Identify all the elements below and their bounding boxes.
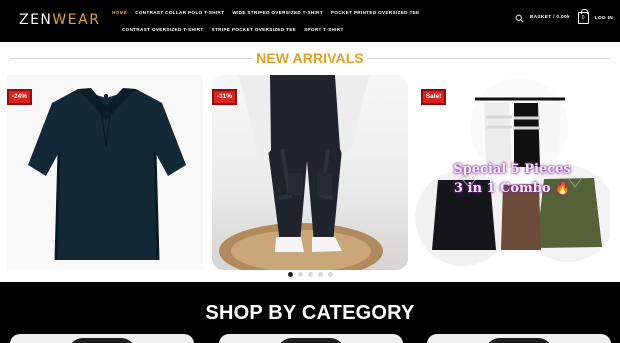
cart-count: 0 [581,15,585,21]
shop-by-category-section: SHOP BY CATEGORY [0,282,620,343]
product-slide-polo[interactable]: -24% [7,75,203,270]
basket-total[interactable]: BASKET / 0.00৳ [530,14,570,22]
header-utilities: BASKET / 0.00৳ 0 LOG IN [515,9,613,24]
shop-by-category-title: SHOP BY CATEGORY [205,302,415,324]
fire-emoji: 🔥 [555,181,571,195]
nav-row-second: CONTRAST OVERSIZED T-SHIRT STRIPE POCKET… [122,21,447,38]
nav-home[interactable]: HOME [112,10,127,15]
logo-text-wear: WEAR [52,12,101,28]
slider-dot-4[interactable] [318,272,323,277]
title-divider-right [367,58,610,59]
combo-headline: Special 5 Pieces [453,162,571,177]
product-slide-combo[interactable]: Special 5 Pieces 3 in 1 Combo 🔥 Sale! [414,75,610,270]
discount-badge: -31% [212,89,237,105]
cargo-jeans-image [219,75,383,270]
nav-row-first: HOME CONTRAST COLLAR POLO T-SHIRT WIDE S… [112,4,447,21]
search-icon[interactable] [515,14,524,23]
category-shirt-image [68,338,136,343]
slider-dot-5[interactable] [328,272,333,277]
nav-wide-striped-oversized[interactable]: WIDE STRIPED OVERSIZED T-SHIRT [232,10,323,15]
logo-text-zen: ZEN [19,12,53,28]
category-card[interactable] [219,334,403,343]
slider-dot-1[interactable] [288,272,293,277]
nav-contrast-collar-polo[interactable]: CONTRAST COLLAR POLO T-SHIRT [135,10,224,15]
nav-contrast-oversized[interactable]: CONTRAST OVERSIZED T-SHIRT [122,27,204,32]
shopping-bag-icon[interactable]: 0 [577,9,589,24]
site-header: ZENWEAR HOME CONTRAST COLLAR POLO T-SHIR… [0,0,620,42]
category-shirt-image [277,338,345,343]
combo-offer-text: 3 in 1 Combo [453,181,551,196]
category-card[interactable] [427,334,611,343]
slider-dot-2[interactable] [298,272,303,277]
category-shirt-image [485,338,553,343]
new-arrivals-heading: NEW ARRIVALS [10,50,610,66]
product-slide-cargo-jeans[interactable]: -31% [212,75,408,270]
nav-stripe-pocket-oversized[interactable]: STRIPE POCKET OVERSIZED TEE [212,27,297,32]
zenwear-logo[interactable]: ZENWEAR [19,12,100,28]
sale-badge: Sale! [421,89,446,105]
category-card[interactable] [10,334,194,343]
slider-pagination [288,272,333,277]
new-arrivals-slider[interactable]: -24% -31% Special 5 Pieces 3 in 1 Combo … [7,75,610,270]
nav-sport-tshirt[interactable]: SPORT T-SHIRT [304,27,344,32]
nav-pocket-printed-oversized[interactable]: POCKET PRINTED OVERSIZED TEE [331,10,419,15]
polo-shirt-image [28,88,186,261]
combo-subheadline: 3 in 1 Combo 🔥 [414,181,610,196]
main-navigation: HOME CONTRAST COLLAR POLO T-SHIRT WIDE S… [112,4,447,38]
slider-dot-3[interactable] [308,272,313,277]
discount-badge: -24% [7,89,32,105]
login-link[interactable]: LOG IN [595,16,613,21]
